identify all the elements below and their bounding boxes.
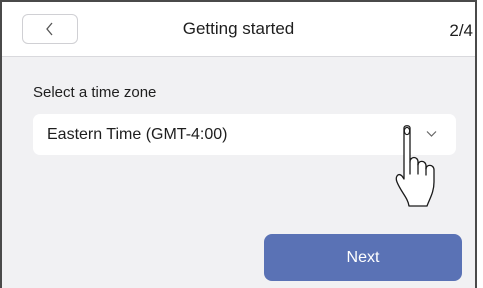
timezone-selected-value: Eastern Time (GMT-4:00) bbox=[47, 125, 228, 143]
page-title: Getting started bbox=[182, 19, 295, 38]
timezone-label: Select a time zone bbox=[33, 84, 157, 101]
next-button[interactable]: Next bbox=[264, 234, 462, 281]
header-bar: Getting started 2/4 bbox=[2, 2, 475, 57]
hand-pointer-icon bbox=[395, 125, 435, 207]
timezone-select[interactable]: Eastern Time (GMT-4:00) bbox=[33, 114, 456, 155]
step-indicator: 2/4 bbox=[449, 21, 473, 40]
